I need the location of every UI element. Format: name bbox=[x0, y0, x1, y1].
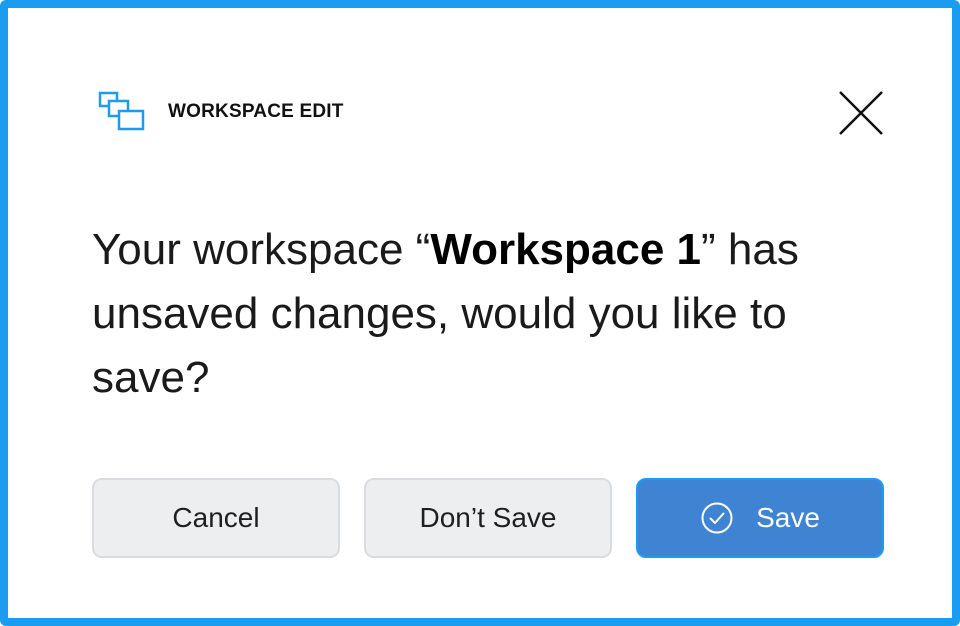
dialog-message: Your workspace “Workspace 1” has unsaved… bbox=[92, 218, 852, 410]
workspace-name: Workspace 1 bbox=[430, 225, 701, 274]
save-button-label: Save bbox=[756, 502, 820, 533]
check-circle-icon bbox=[701, 502, 733, 534]
cancel-button-label: Cancel bbox=[172, 502, 260, 533]
windows-icon bbox=[92, 88, 148, 136]
cancel-button[interactable]: Cancel bbox=[92, 478, 340, 558]
dialog-header: WORKSPACE EDIT bbox=[92, 86, 344, 138]
close-icon bbox=[839, 91, 883, 135]
dont-save-button-label: Don’t Save bbox=[419, 502, 557, 533]
dialog-title: WORKSPACE EDIT bbox=[168, 101, 344, 122]
save-changes-dialog: WORKSPACE EDIT Your workspace “Workspace… bbox=[0, 0, 960, 626]
close-button[interactable] bbox=[832, 84, 890, 142]
message-prefix: Your workspace “ bbox=[92, 225, 431, 274]
dont-save-button[interactable]: Don’t Save bbox=[364, 478, 612, 558]
save-button[interactable]: Save bbox=[636, 478, 884, 558]
